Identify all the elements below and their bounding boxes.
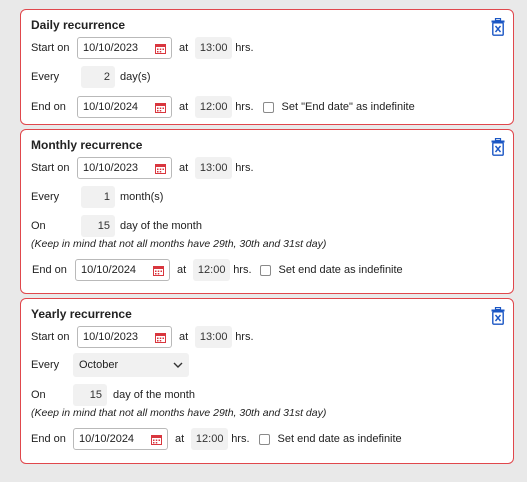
- daily-delete-button[interactable]: [491, 17, 505, 36]
- yearly-recurrence-title: Yearly recurrence: [31, 307, 132, 321]
- daily-recurrence-panel: Daily recurrence Start on 10/10/2023 at …: [20, 9, 514, 125]
- monthly-every-input[interactable]: 1: [81, 186, 115, 208]
- trash-icon: [491, 306, 505, 325]
- daily-every-row: Every 2 day(s): [31, 66, 151, 88]
- start-on-label: Start on: [31, 42, 70, 54]
- yearly-delete-button[interactable]: [491, 306, 505, 325]
- daily-start-date-input[interactable]: 10/10/2023: [77, 37, 172, 59]
- yearly-on-row: On 15 day of the month: [31, 384, 195, 406]
- at-label: at: [179, 101, 189, 113]
- daily-start-time-input[interactable]: 13:00: [195, 37, 233, 59]
- monthly-end-date-input[interactable]: 10/10/2024: [75, 259, 170, 281]
- every-label: Every: [31, 359, 60, 371]
- monthly-delete-button[interactable]: [491, 137, 505, 156]
- at-label: at: [175, 433, 185, 445]
- on-label: On: [31, 220, 46, 232]
- hrs-label: hrs.: [235, 331, 254, 343]
- monthly-end-time-input[interactable]: 12:00: [193, 259, 231, 281]
- trash-icon: [491, 137, 505, 156]
- monthly-end-date-value: 10/10/2024: [81, 264, 137, 276]
- monthly-every-unit: month(s): [120, 191, 164, 203]
- monthly-indefinite-checkbox[interactable]: [259, 264, 271, 276]
- yearly-start-date-input[interactable]: 10/10/2023: [77, 326, 172, 348]
- day-of-month-label: day of the month: [113, 389, 195, 401]
- hrs-label: hrs.: [235, 162, 254, 174]
- daily-indefinite-checkbox[interactable]: [262, 101, 274, 113]
- at-label: at: [179, 162, 189, 174]
- every-label: Every: [31, 191, 60, 203]
- daily-end-time-input[interactable]: 12:00: [195, 96, 233, 118]
- end-on-label: End on: [31, 433, 66, 445]
- yearly-note: (Keep in mind that not all months have 2…: [31, 407, 327, 419]
- monthly-start-time-input[interactable]: 13:00: [195, 157, 233, 179]
- monthly-recurrence-title: Monthly recurrence: [31, 138, 143, 152]
- day-of-month-label: day of the month: [120, 220, 202, 232]
- daily-every-input[interactable]: 2: [81, 66, 115, 88]
- end-on-label: End on: [31, 101, 66, 113]
- at-label: at: [177, 264, 187, 276]
- monthly-start-date-value: 10/10/2023: [83, 162, 139, 174]
- start-on-label: Start on: [31, 331, 70, 343]
- hrs-label: hrs.: [235, 101, 254, 113]
- daily-start-date-value: 10/10/2023: [83, 42, 139, 54]
- yearly-month-select[interactable]: October: [73, 353, 189, 377]
- daily-indefinite-label: Set "End date" as indefinite: [281, 101, 415, 113]
- yearly-start-date-value: 10/10/2023: [83, 331, 139, 343]
- daily-end-row: End on 10/10/2024 at 12:00 hrs. Set "End…: [31, 96, 415, 118]
- daily-every-unit: day(s): [120, 71, 151, 83]
- every-label: Every: [31, 71, 60, 83]
- monthly-start-row: Start on 10/10/2023 at 13:00 hrs.: [31, 157, 254, 179]
- daily-end-date-value: 10/10/2024: [83, 101, 139, 113]
- monthly-every-row: Every 1 month(s): [31, 186, 163, 208]
- yearly-end-row: End on 10/10/2024 at 12:00 hrs. Set end …: [31, 428, 402, 450]
- yearly-end-date-input[interactable]: 10/10/2024: [73, 428, 168, 450]
- yearly-indefinite-label: Set end date as indefinite: [277, 433, 402, 445]
- yearly-every-row: Every October: [31, 353, 189, 377]
- calendar-icon[interactable]: [155, 43, 166, 54]
- yearly-start-time-input[interactable]: 13:00: [195, 326, 233, 348]
- hrs-label: hrs.: [231, 433, 250, 445]
- yearly-end-time-input[interactable]: 12:00: [191, 428, 229, 450]
- daily-start-row: Start on 10/10/2023 at 13:00 hrs.: [31, 37, 254, 59]
- monthly-note: (Keep in mind that not all months have 2…: [31, 238, 327, 250]
- calendar-icon[interactable]: [155, 332, 166, 343]
- monthly-on-row: On 15 day of the month: [31, 215, 202, 237]
- on-label: On: [31, 389, 46, 401]
- daily-recurrence-title: Daily recurrence: [31, 18, 126, 32]
- calendar-icon[interactable]: [151, 434, 162, 445]
- start-on-label: Start on: [31, 162, 70, 174]
- at-label: at: [179, 42, 189, 54]
- monthly-on-input[interactable]: 15: [81, 215, 115, 237]
- monthly-recurrence-panel: Monthly recurrence Start on 10/10/2023 a…: [20, 129, 514, 294]
- yearly-recurrence-panel: Yearly recurrence Start on 10/10/2023 at…: [20, 298, 514, 464]
- end-on-label: End on: [32, 264, 67, 276]
- calendar-icon[interactable]: [153, 265, 164, 276]
- chevron-down-icon: [173, 362, 183, 368]
- calendar-icon[interactable]: [155, 102, 166, 113]
- daily-end-date-input[interactable]: 10/10/2024: [77, 96, 172, 118]
- yearly-indefinite-checkbox[interactable]: [258, 433, 270, 445]
- calendar-icon[interactable]: [155, 163, 166, 174]
- at-label: at: [179, 331, 189, 343]
- hrs-label: hrs.: [235, 42, 254, 54]
- trash-icon: [491, 17, 505, 36]
- yearly-on-input[interactable]: 15: [73, 384, 107, 406]
- yearly-start-row: Start on 10/10/2023 at 13:00 hrs.: [31, 326, 254, 348]
- yearly-end-date-value: 10/10/2024: [79, 433, 135, 445]
- yearly-month-value: October: [79, 359, 119, 371]
- hrs-label: hrs.: [233, 264, 252, 276]
- monthly-end-row: End on 10/10/2024 at 12:00 hrs. Set end …: [31, 259, 403, 281]
- monthly-indefinite-label: Set end date as indefinite: [278, 264, 403, 276]
- monthly-start-date-input[interactable]: 10/10/2023: [77, 157, 172, 179]
